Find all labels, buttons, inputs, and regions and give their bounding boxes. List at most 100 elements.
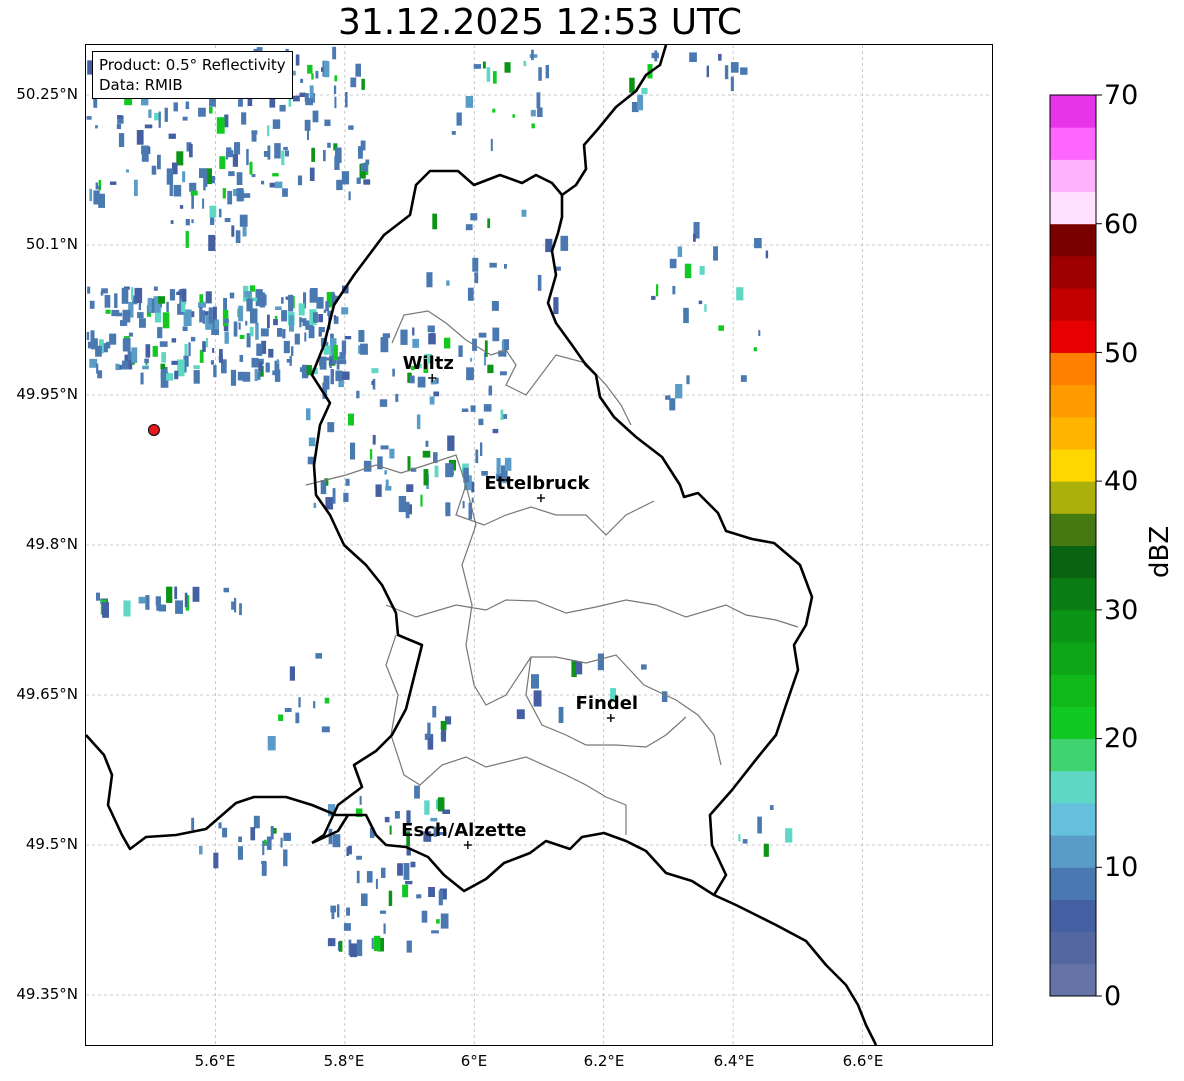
echo-cell	[206, 168, 212, 185]
echo-cell	[462, 501, 465, 509]
canton-borders	[305, 310, 799, 835]
echo-cell	[265, 362, 270, 373]
echo-cell	[706, 65, 709, 78]
echo-cell	[400, 329, 408, 345]
echo-cell	[406, 940, 412, 953]
echo-cell	[289, 315, 294, 332]
echo-cell	[765, 250, 769, 259]
echo-cell	[504, 457, 512, 471]
echo-cell	[283, 832, 291, 841]
echo-cell	[537, 107, 543, 117]
echo-cell	[239, 354, 244, 362]
colorbar-segment-21	[1050, 288, 1096, 321]
echo-cell	[274, 315, 278, 319]
echo-cell	[93, 190, 100, 205]
echo-cell	[174, 586, 178, 600]
echo-cell	[329, 358, 333, 366]
echo-cell	[175, 600, 183, 614]
echo-cell	[313, 701, 316, 709]
echo-cell	[307, 64, 313, 74]
echo-cell	[216, 117, 225, 134]
echo-cell	[470, 357, 473, 362]
echo-cell	[153, 286, 158, 291]
border-lu-be	[310, 169, 563, 845]
echo-cell	[465, 96, 473, 108]
radar-map: Wiltz Ettelbruck Findel Esch/Alzette	[85, 44, 993, 1046]
echo-cell	[226, 147, 232, 153]
echo-cell	[560, 235, 569, 251]
echo-cell	[331, 291, 335, 297]
echo-cell	[166, 373, 174, 381]
echo-cell	[382, 333, 391, 338]
echo-cell	[199, 294, 204, 303]
echo-cell	[170, 220, 174, 224]
echo-cell	[267, 736, 276, 751]
echo-cell	[428, 887, 435, 897]
colorbar-segment-3	[1050, 867, 1096, 900]
colorbar-tick-60: 60	[1104, 209, 1139, 240]
echo-cell	[319, 356, 327, 370]
echo-cell	[447, 435, 455, 451]
echo-cell	[89, 188, 93, 202]
echo-cell	[283, 146, 288, 151]
echo-cell	[371, 380, 375, 385]
echo-cell	[379, 399, 388, 407]
echo-cell	[193, 370, 200, 384]
echo-cell	[398, 496, 407, 513]
echo-cell	[742, 839, 748, 844]
echo-cell	[730, 76, 734, 92]
echo-cell	[306, 408, 311, 421]
echo-cell	[363, 179, 371, 185]
echo-cell	[236, 188, 244, 202]
echo-cell	[372, 434, 376, 445]
city-label-ettelbruck: Ettelbruck	[484, 473, 590, 494]
echo-cell	[233, 321, 238, 337]
echo-cell	[230, 369, 237, 386]
echo-cell	[198, 107, 206, 117]
echo-cell	[651, 295, 656, 300]
echo-cell	[341, 307, 349, 315]
colorbar-segment-5	[1050, 802, 1096, 836]
echo-cell	[253, 815, 260, 829]
echo-cell	[346, 907, 350, 916]
echo-cell	[238, 305, 244, 322]
echo-cell	[421, 910, 428, 923]
echo-cell	[245, 320, 248, 326]
longitude-tick-3: 6°E	[460, 1052, 488, 1070]
echo-cell	[210, 360, 214, 365]
echo-cell	[504, 62, 511, 73]
echo-cell	[227, 190, 233, 205]
city-label-findel: Findel	[576, 693, 639, 714]
echo-cell	[239, 334, 245, 339]
colorbar-segment-10	[1050, 642, 1096, 675]
echo-cell	[395, 393, 399, 402]
echo-cell	[466, 367, 474, 381]
echo-cell	[446, 280, 450, 286]
echo-cell	[412, 327, 415, 336]
echo-cell	[406, 484, 414, 492]
colorbar-segment-19	[1050, 352, 1096, 386]
echo-cell	[210, 216, 215, 225]
echo-cell	[256, 343, 263, 356]
echo-cell	[504, 264, 507, 269]
echo-cell	[144, 124, 153, 129]
echo-cell	[356, 939, 363, 957]
echo-cell	[137, 312, 144, 318]
echo-cell	[637, 94, 644, 111]
echo-cell	[173, 184, 182, 197]
echo-cell	[651, 52, 659, 59]
echo-cell	[199, 846, 203, 855]
echo-cell	[336, 179, 343, 191]
echo-cell	[89, 300, 95, 309]
echo-cell	[280, 837, 283, 848]
echo-cell	[90, 330, 95, 346]
echo-cell	[174, 370, 179, 380]
echo-cell	[191, 817, 195, 831]
echo-cell	[480, 442, 483, 456]
latitude-tick-7: 49.35°N	[16, 985, 78, 1003]
echo-cell	[263, 151, 271, 157]
echo-cell	[241, 112, 247, 125]
echo-cell	[239, 214, 248, 227]
echo-cell	[675, 384, 683, 399]
colorbar-tick-0: 0	[1104, 981, 1122, 1012]
